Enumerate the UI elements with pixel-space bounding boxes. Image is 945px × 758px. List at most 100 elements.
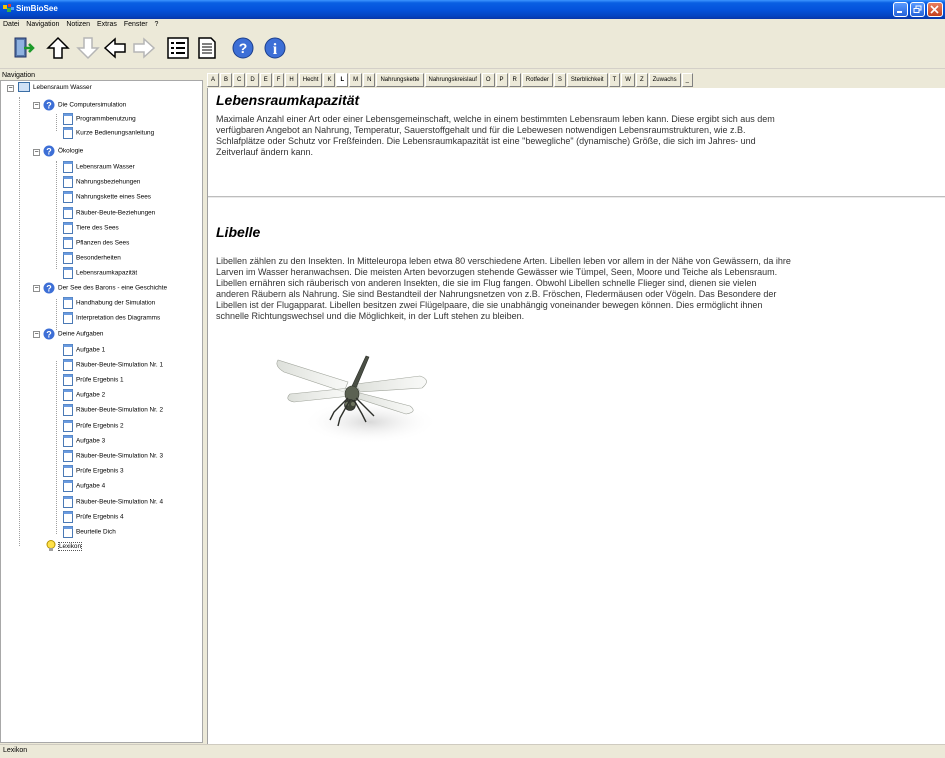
tab-w[interactable]: W — [621, 73, 635, 87]
tree-item[interactable]: Beurteile Dich — [63, 526, 116, 538]
tab-s[interactable]: S — [553, 73, 566, 87]
tree-item[interactable]: Nahrungsbeziehungen — [63, 176, 140, 188]
tree-group[interactable]: ? Die Computersimulation — [43, 99, 126, 111]
page-icon — [63, 404, 73, 416]
help-icon: ? — [232, 37, 254, 59]
tab-hecht[interactable]: Hecht — [298, 73, 323, 87]
page-icon — [63, 113, 73, 125]
tree-item[interactable]: Nahrungskette eines Sees — [63, 191, 151, 203]
tree-item[interactable]: Aufgabe 2 — [63, 389, 105, 401]
tree-item[interactable]: Pflanzen des Sees — [63, 237, 129, 249]
minimize-icon — [897, 11, 902, 13]
tab-o[interactable]: O — [481, 73, 495, 87]
tree-expander[interactable]: − — [33, 285, 40, 292]
tree-group[interactable]: ? Der See des Barons - eine Geschichte — [43, 282, 167, 294]
tree-item[interactable]: Handhabung der Simulation — [63, 297, 155, 309]
tab-m[interactable]: M — [349, 73, 363, 87]
info-button[interactable]: i — [263, 36, 287, 60]
document-button[interactable] — [195, 36, 219, 60]
tab-more[interactable]: _ — [681, 73, 693, 87]
tree-expander[interactable]: − — [33, 331, 40, 338]
tab-k[interactable]: K — [323, 73, 336, 87]
lexikon-tabs: A B C D E F H Hecht K L M N Nahrungskette Nahrungskre… — [207, 72, 945, 88]
tree-item[interactable]: Prüfe Ergebnis 4 — [63, 511, 124, 523]
menu-fenster[interactable]: Fenster — [124, 19, 148, 31]
page-icon — [63, 127, 73, 139]
tree-item[interactable]: Tiere des Sees — [63, 222, 119, 234]
tree-item[interactable]: Kurze Bedienungsanleitung — [63, 127, 154, 139]
page-icon — [63, 359, 73, 371]
tree-expander[interactable]: − — [7, 85, 14, 92]
tree-item[interactable]: Aufgabe 1 — [63, 344, 105, 356]
maximize-button[interactable] — [910, 2, 925, 17]
svg-text:?: ? — [46, 284, 52, 294]
tab-t[interactable]: T — [608, 73, 621, 87]
tab-r[interactable]: R — [508, 73, 521, 87]
tree-group[interactable]: ? Ökologie — [43, 145, 83, 157]
minimize-button[interactable] — [893, 2, 908, 17]
navigation-tree[interactable]: − Lebensraum Wasser − ? Die Computersimul… — [0, 80, 203, 743]
tree-item[interactable]: Programmbenutzung — [63, 113, 136, 125]
tree-item[interactable]: Lebensraum Wasser — [63, 161, 135, 173]
menu-navigation[interactable]: Navigation — [26, 19, 59, 31]
tree-lexikon[interactable]: Lexikon — [46, 540, 83, 552]
tree-item[interactable]: Prüfe Ergebnis 1 — [63, 374, 124, 386]
tree-item[interactable]: Interpretation des Diagramms — [63, 312, 160, 324]
page-icon — [63, 389, 73, 401]
tree-root[interactable]: Lebensraum Wasser — [18, 82, 92, 94]
tab-p[interactable]: P — [495, 73, 508, 87]
tree-item[interactable]: Räuber-Beute-Simulation Nr. 2 — [63, 404, 163, 416]
tree-item[interactable]: Räuber-Beute-Simulation Nr. 3 — [63, 450, 163, 462]
tree-expander[interactable]: − — [33, 149, 40, 156]
menu-datei[interactable]: Datei — [3, 19, 19, 31]
tab-d[interactable]: D — [246, 73, 259, 87]
list-view-button[interactable] — [166, 36, 190, 60]
close-button[interactable] — [927, 2, 943, 17]
tree-expander[interactable]: − — [33, 102, 40, 109]
nav-back-button[interactable] — [103, 36, 127, 60]
tree-item[interactable]: Besonderheiten — [63, 252, 121, 264]
tree-item[interactable]: Aufgabe 4 — [63, 480, 105, 492]
tab-h[interactable]: H — [285, 73, 298, 87]
tree-item[interactable]: Räuber-Beute-Simulation Nr. 1 — [63, 359, 163, 371]
tree-item[interactable]: Lebensraumkapazität — [63, 267, 137, 279]
tree-item[interactable]: Prüfe Ergebnis 3 — [63, 465, 124, 477]
tab-e[interactable]: E — [259, 73, 272, 87]
window-title: SimBioSee — [16, 4, 58, 13]
nav-up-button[interactable] — [46, 36, 70, 60]
tab-nahrungskreislauf[interactable]: Nahrungskreislauf — [424, 73, 481, 87]
tree-item[interactable]: Räuber-Beute-Beziehungen — [63, 207, 155, 219]
tab-nahrungskette[interactable]: Nahrungskette — [376, 73, 424, 87]
tab-zuwachs[interactable]: Zuwachs — [648, 73, 681, 87]
tab-rotfeder[interactable]: Rotfeder — [521, 73, 553, 87]
navigation-label: Navigation — [2, 72, 36, 79]
tree-item[interactable]: Räuber-Beute-Simulation Nr. 4 — [63, 496, 163, 508]
tab-n[interactable]: N — [363, 73, 376, 87]
help-button[interactable]: ? — [231, 36, 255, 60]
page-icon — [63, 191, 73, 203]
svg-text:?: ? — [46, 147, 52, 157]
page-icon — [63, 374, 73, 386]
menu-extras[interactable]: Extras — [97, 19, 117, 31]
tab-a[interactable]: A — [207, 73, 220, 87]
page-icon — [63, 176, 73, 188]
help-icon: ? — [43, 145, 55, 157]
exit-button[interactable] — [12, 36, 36, 60]
tab-z[interactable]: Z — [635, 73, 648, 87]
tab-c[interactable]: C — [233, 73, 246, 87]
entry-title: Libelle — [216, 224, 261, 240]
nav-forward-button[interactable] — [132, 36, 156, 60]
close-icon — [930, 5, 939, 14]
tab-sterblichkeit[interactable]: Sterblichkeit — [566, 73, 608, 87]
menu-notizen[interactable]: Notizen — [66, 19, 90, 31]
menu-help[interactable]: ? — [155, 19, 159, 31]
tree-item[interactable]: Aufgabe 3 — [63, 435, 105, 447]
svg-text:?: ? — [46, 101, 52, 111]
tab-l[interactable]: L — [336, 73, 349, 87]
tab-b[interactable]: B — [220, 73, 233, 87]
tree-item[interactable]: Prüfe Ergebnis 2 — [63, 420, 124, 432]
tree-group[interactable]: ? Deine Aufgaben — [43, 328, 103, 340]
info-icon: i — [264, 37, 286, 59]
tab-f[interactable]: F — [272, 73, 285, 87]
nav-down-button[interactable] — [76, 36, 100, 60]
